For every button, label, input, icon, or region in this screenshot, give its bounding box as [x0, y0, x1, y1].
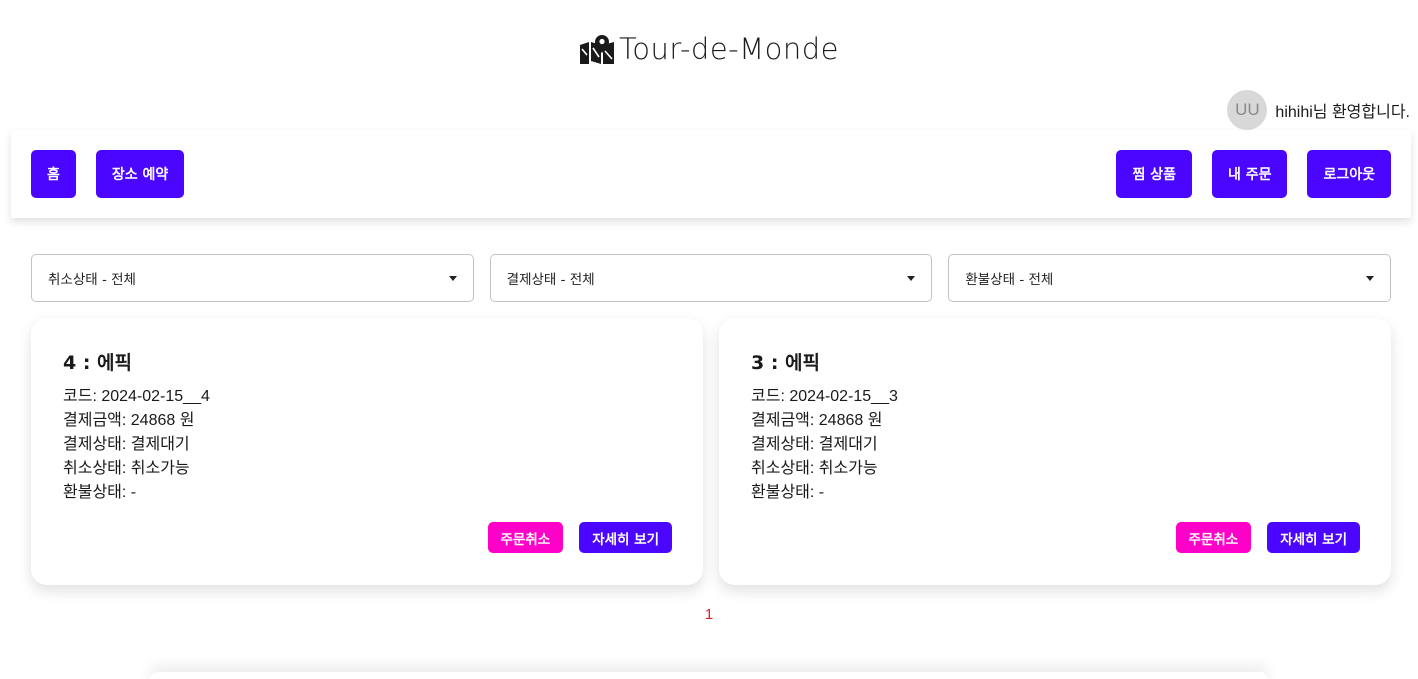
caret-down-icon [907, 275, 916, 281]
caret-down-icon [1366, 275, 1375, 281]
order-list: 4 : 에픽 코드: 2024-02-15__4 결제금액: 24868 원 결… [31, 318, 1391, 585]
order-cancel-status: 취소상태: 취소가능 [63, 460, 190, 477]
page-number-current[interactable]: 1 [705, 606, 713, 623]
cancel-order-button[interactable]: 주문취소 [1175, 522, 1252, 553]
wishlist-button[interactable]: 찜 상품 [1116, 150, 1192, 198]
order-amount: 결제금액: 24868 원 [751, 412, 883, 429]
order-actions: 주문취소 자세히 보기 [1175, 522, 1360, 553]
select-label: 결제상태 - 전체 [506, 272, 595, 288]
order-actions: 주문취소 자세히 보기 [487, 522, 672, 553]
welcome-text: hihihi님 환영합니다. [1275, 104, 1410, 121]
my-orders-button[interactable]: 내 주문 [1211, 150, 1288, 198]
order-card: 4 : 에픽 코드: 2024-02-15__4 결제금액: 24868 원 결… [31, 318, 703, 585]
order-code: 코드: 2024-02-15__4 [63, 388, 210, 405]
order-card: 3 : 에픽 코드: 2024-02-15__3 결제금액: 24868 원 결… [719, 318, 1391, 585]
avatar[interactable]: UU [1227, 90, 1268, 130]
logout-button[interactable]: 로그아웃 [1307, 150, 1391, 198]
order-title: 3 : 에픽 [751, 352, 821, 374]
caret-down-icon [448, 275, 457, 281]
nav-left: 홈 장소 예약 [31, 150, 185, 198]
order-title: 4 : 에픽 [63, 352, 133, 374]
order-payment-status: 결제상태: 결제대기 [751, 436, 878, 453]
cancel-status-select[interactable]: 취소상태 - 전체 [31, 254, 474, 302]
view-details-button[interactable]: 자세히 보기 [1267, 522, 1360, 553]
brand-title: Tour-de-Monde [618, 32, 840, 66]
nav-right: 찜 상품 내 주문 로그아웃 [1116, 150, 1391, 198]
user-area: UU hihihi님 환영합니다. [1227, 90, 1410, 130]
order-payment-status: 결제상태: 결제대기 [63, 436, 190, 453]
view-details-button[interactable]: 자세히 보기 [579, 522, 672, 553]
place-reservation-button[interactable]: 장소 예약 [95, 150, 185, 198]
order-cancel-status: 취소상태: 취소가능 [751, 460, 878, 477]
home-button[interactable]: 홈 [31, 150, 76, 198]
order-amount: 결제금액: 24868 원 [63, 412, 195, 429]
brand-header: Tour-de-Monde [0, 32, 1418, 66]
filter-bar: 취소상태 - 전체 결제상태 - 전체 환불상태 - 전체 [31, 254, 1392, 302]
cancel-order-button[interactable]: 주문취소 [487, 522, 564, 553]
refund-status-select[interactable]: 환불상태 - 전체 [948, 254, 1392, 302]
order-refund-status: 환불상태: - [63, 484, 137, 501]
footer-panel [150, 672, 1268, 679]
map-location-icon [579, 33, 615, 65]
order-refund-status: 환불상태: - [751, 484, 825, 501]
order-code: 코드: 2024-02-15__3 [751, 388, 898, 405]
pagination: 1 [0, 604, 1418, 623]
select-label: 환불상태 - 전체 [965, 272, 1054, 288]
select-label: 취소상태 - 전체 [48, 272, 136, 288]
payment-status-select[interactable]: 결제상태 - 전체 [489, 254, 933, 302]
navbar: 홈 장소 예약 찜 상품 내 주문 로그아웃 [11, 130, 1411, 218]
